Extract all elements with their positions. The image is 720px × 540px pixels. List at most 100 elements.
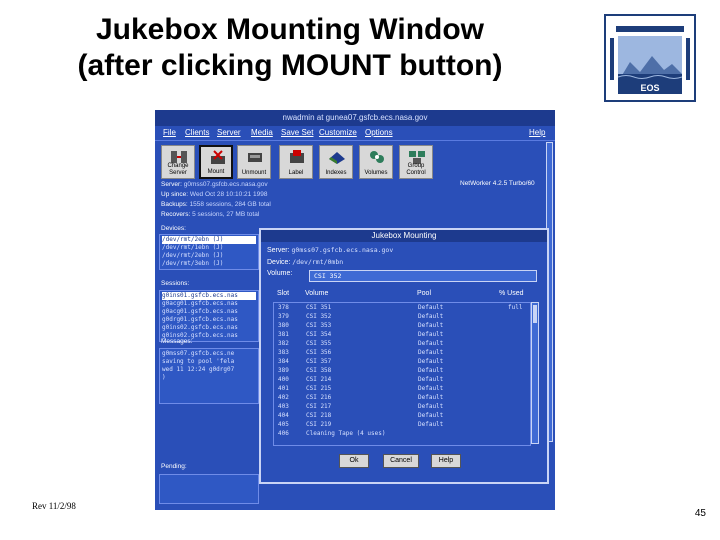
- row-volume: CSI 216: [306, 394, 332, 401]
- row-volume: CSI 218: [306, 412, 332, 419]
- messages-list[interactable]: g0mss07.gsfcb.ecs.ne saving to pool 'fel…: [159, 348, 259, 404]
- session-item[interactable]: g0ins02.gsfcb.ecs.nas: [162, 324, 256, 332]
- unmount-label: Unmount: [241, 170, 267, 176]
- slide-title-line1: Jukebox Mounting Window: [95, 13, 485, 46]
- device-item[interactable]: /dev/rmt/3ebn (J): [162, 260, 256, 268]
- menu-bar: File Clients Server Media Save Set Custo…: [155, 126, 555, 141]
- message-item: wed 11 12:24 g0drg07: [162, 366, 235, 373]
- session-item[interactable]: g0acg01.gsfcb.ecs.nas: [162, 300, 256, 308]
- revision-date: Rev 11/2/98: [32, 501, 76, 511]
- session-item[interactable]: g0ins01.gsfcb.ecs.nas: [162, 292, 256, 300]
- table-row[interactable]: 404 CSI 218 Default: [274, 411, 530, 420]
- row-pool: Default: [418, 421, 444, 428]
- devices-label: Devices:: [161, 225, 186, 232]
- slide-title-line2: (after clicking MOUNT button): [77, 49, 503, 82]
- row-slot: 389: [278, 367, 289, 374]
- row-volume: CSI 214: [306, 376, 332, 383]
- table-row[interactable]: 381 CSI 354 Default: [274, 330, 530, 339]
- volume-list-scrollbar[interactable]: [531, 302, 539, 444]
- toolbar: Change Server Mount Unmount Label Indexe…: [155, 142, 555, 180]
- table-row[interactable]: 405 CSI 219 Default: [274, 420, 530, 429]
- server-row: Server: g0mss07.gsfcb.ecs.nasa.gov: [161, 180, 268, 189]
- menu-media[interactable]: Media: [251, 127, 273, 139]
- menu-clients[interactable]: Clients: [185, 127, 209, 139]
- product-version: NetWorker 4.2.5 Turbo/60: [460, 180, 535, 187]
- pending-list[interactable]: [159, 474, 259, 504]
- menu-help[interactable]: Help: [529, 127, 545, 139]
- mount-button[interactable]: Mount: [199, 145, 233, 179]
- volume-table-header: Slot Volume Pool % Used: [277, 290, 531, 300]
- table-row[interactable]: 382 CSI 355 Default: [274, 339, 530, 348]
- row-pool: Default: [418, 376, 444, 383]
- pending-label: Pending:: [161, 463, 187, 470]
- row-slot: 401: [278, 385, 289, 392]
- table-row[interactable]: 383 CSI 356 Default: [274, 348, 530, 357]
- row-volume: CSI 354: [306, 331, 332, 338]
- up-since-value: Wed Oct 28 10:10:21 1998: [189, 191, 268, 198]
- scrollbar-thumb[interactable]: [533, 305, 537, 323]
- row-pool: Default: [418, 313, 444, 320]
- row-slot: 384: [278, 358, 289, 365]
- slide-title: Jukebox Mounting Window (after clicking …: [0, 12, 580, 84]
- col-pool: Pool: [417, 290, 432, 297]
- recovers-label: Recovers:: [161, 211, 191, 218]
- table-row[interactable]: 406 Cleaning Tape (4 uses): [274, 429, 530, 438]
- menu-file[interactable]: File: [163, 127, 176, 139]
- jukebox-mounting-dialog: Jukebox Mounting Server: g0mss07.gsfcb.e…: [259, 228, 549, 484]
- volume-list[interactable]: 378 CSI 351 Default full 379 CSI 352 Default …: [273, 302, 531, 446]
- row-pool: Default: [418, 394, 444, 401]
- cancel-button[interactable]: Cancel: [383, 454, 419, 468]
- row-pool: Default: [418, 385, 444, 392]
- row-pool: Default: [418, 340, 444, 347]
- row-used: full: [508, 304, 523, 311]
- backups-row: Backups: 1558 sessions, 284 GB total: [161, 200, 271, 209]
- device-item[interactable]: /dev/rmt/1ebn (J): [162, 244, 256, 252]
- dialog-title: Jukebox Mounting: [261, 230, 547, 242]
- col-used: % Used: [499, 290, 524, 297]
- session-item[interactable]: g0drg01.gsfcb.ecs.nas: [162, 316, 256, 324]
- logo-eos-text: EOS: [618, 82, 682, 94]
- sessions-list[interactable]: g0ins01.gsfcb.ecs.nas g0acg01.gsfcb.ecs.…: [159, 290, 259, 342]
- label-button[interactable]: Label: [279, 145, 313, 179]
- table-row[interactable]: 378 CSI 351 Default full: [274, 303, 530, 312]
- table-row[interactable]: 379 CSI 352 Default: [274, 312, 530, 321]
- menu-options[interactable]: Options: [365, 127, 393, 139]
- device-item[interactable]: /dev/rmt/2ebn (J): [162, 252, 256, 260]
- table-row[interactable]: 403 CSI 217 Default: [274, 402, 530, 411]
- server-label: Server:: [161, 181, 182, 188]
- ok-button[interactable]: Ok: [339, 454, 369, 468]
- table-row[interactable]: 400 CSI 214 Default: [274, 375, 530, 384]
- session-item[interactable]: g0acg01.gsfcb.ecs.nas: [162, 308, 256, 316]
- devices-list[interactable]: /dev/rmt/2ebn (J) /dev/rmt/1ebn (J) /dev…: [159, 234, 259, 270]
- dialog-server-row: Server: g0mss07.gsfcb.ecs.nasa.gov: [267, 246, 393, 254]
- up-since-row: Up since: Wed Oct 28 10:10:21 1998: [161, 190, 268, 199]
- table-row[interactable]: 389 CSI 358 Default: [274, 366, 530, 375]
- menu-server[interactable]: Server: [217, 127, 241, 139]
- messages-label: Messages:: [161, 338, 193, 345]
- table-row[interactable]: 402 CSI 216 Default: [274, 393, 530, 402]
- change-server-button[interactable]: Change Server: [161, 145, 195, 179]
- page-number: 45: [694, 508, 706, 519]
- unmount-button[interactable]: Unmount: [237, 145, 271, 179]
- window-titlebar: nwadmin at gunea07.gsfcb.ecs.nasa.gov: [155, 110, 555, 126]
- col-volume: Volume: [305, 290, 329, 297]
- volume-input[interactable]: CSI 352: [309, 270, 537, 282]
- row-volume: CSI 215: [306, 385, 332, 392]
- row-slot: 379: [278, 313, 289, 320]
- indexes-button[interactable]: Indexes: [319, 145, 353, 179]
- table-row[interactable]: 401 CSI 215 Default: [274, 384, 530, 393]
- volumes-button[interactable]: Volumes: [359, 145, 393, 179]
- device-item[interactable]: /dev/rmt/2ebn (J): [162, 236, 256, 244]
- help-button[interactable]: Help: [431, 454, 461, 468]
- volumes-icon: [370, 151, 384, 163]
- row-pool: Default: [418, 358, 444, 365]
- table-row[interactable]: 384 CSI 357 Default: [274, 357, 530, 366]
- dialog-device-row: Device: /dev/rmt/0mbn: [267, 258, 343, 266]
- table-row[interactable]: 380 CSI 353 Default: [274, 321, 530, 330]
- row-slot: 400: [278, 376, 289, 383]
- message-item: saving to pool 'fela: [162, 358, 235, 365]
- menu-save-set[interactable]: Save Set: [281, 127, 313, 139]
- group-control-label: Group Control: [406, 163, 426, 176]
- menu-customize[interactable]: Customize: [319, 127, 357, 139]
- group-control-button[interactable]: Group Control: [399, 145, 433, 179]
